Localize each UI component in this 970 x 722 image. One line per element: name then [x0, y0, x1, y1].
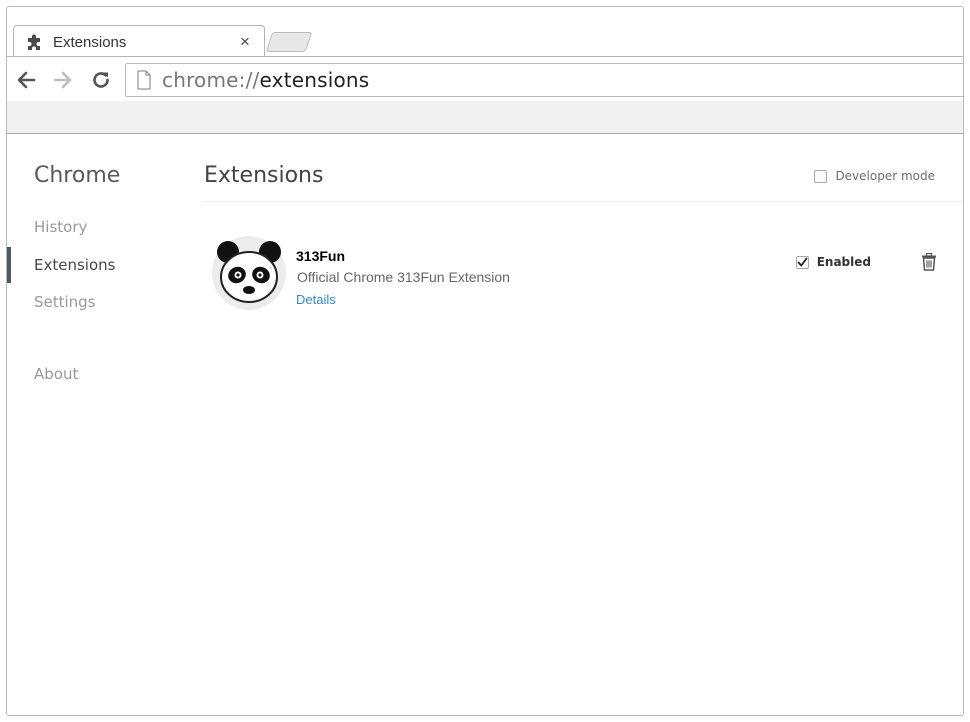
- enabled-label: Enabled: [816, 255, 871, 269]
- developer-mode-toggle[interactable]: Developer mode: [814, 169, 935, 183]
- sidebar-item-settings[interactable]: Settings: [7, 284, 197, 320]
- sidebar-item-history[interactable]: History: [7, 209, 197, 245]
- extension-details-link[interactable]: Details: [296, 292, 336, 307]
- main-panel: Extensions Developer mode 313Fun Officia…: [203, 135, 963, 715]
- address-bar[interactable]: chrome://extensions: [125, 63, 963, 97]
- tab-content[interactable]: Extensions ×: [13, 25, 265, 59]
- puzzle-piece-icon: [25, 32, 45, 52]
- trash-icon[interactable]: [921, 252, 937, 271]
- reload-icon[interactable]: [90, 69, 112, 91]
- page-icon: [136, 70, 152, 90]
- page-content: Chrome History Extensions Settings About…: [7, 135, 963, 715]
- developer-mode-checkbox[interactable]: [814, 169, 828, 183]
- browser-window: Extensions × chrome://extensions Chrome …: [6, 6, 964, 716]
- extension-description: Official Chrome 313Fun Extension: [297, 269, 510, 285]
- extension-name: 313Fun: [296, 248, 346, 264]
- url-text: chrome://extensions: [162, 68, 369, 92]
- panda-icon: [211, 235, 287, 311]
- toolbar-nav-area: chrome://extensions: [7, 57, 963, 101]
- back-arrow-icon[interactable]: [15, 69, 37, 91]
- enabled-checkbox[interactable]: [795, 255, 809, 269]
- new-tab-button[interactable]: [265, 32, 313, 52]
- url-path: extensions: [259, 68, 370, 92]
- sidebar: Chrome History Extensions Settings About: [7, 135, 197, 715]
- forward-arrow-icon[interactable]: [52, 69, 74, 91]
- sidebar-item-extensions[interactable]: Extensions: [7, 247, 197, 283]
- sidebar-title: Chrome: [34, 163, 121, 188]
- checkmark-icon: [797, 257, 808, 266]
- toolbar: chrome://extensions: [7, 56, 963, 134]
- header-divider: [203, 201, 963, 202]
- extension-item: 313Fun Official Chrome 313Fun Extension …: [203, 235, 963, 315]
- page-title: Extensions: [204, 163, 324, 188]
- extension-enabled-toggle[interactable]: Enabled: [795, 255, 871, 269]
- tab-title: Extensions: [53, 33, 127, 51]
- sidebar-item-about[interactable]: About: [7, 356, 197, 392]
- url-scheme: chrome://: [162, 68, 260, 92]
- tab-strip: Extensions ×: [7, 7, 963, 59]
- developer-mode-label: Developer mode: [835, 169, 935, 183]
- close-tab-icon[interactable]: ×: [235, 32, 255, 52]
